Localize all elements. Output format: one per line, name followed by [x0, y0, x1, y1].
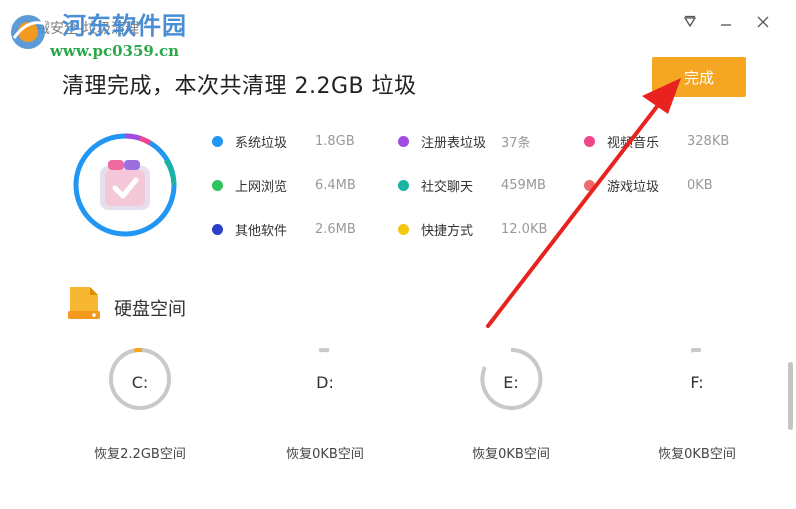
- scrollbar[interactable]: [788, 362, 793, 430]
- category-dot: [398, 135, 409, 147]
- disk-section-title: 硬盘空间: [114, 299, 186, 320]
- category-dot: [212, 135, 223, 147]
- category-dot: [584, 179, 595, 191]
- drive-recovered: 恢复0KB空间: [658, 447, 736, 462]
- category-item: 上网浏览 6.4MB: [212, 175, 356, 195]
- drive-letter: F:: [690, 373, 704, 392]
- drive-card: C: 恢复2.2GB空间: [60, 345, 220, 475]
- drive-letter: D:: [316, 373, 334, 392]
- page-title: 清理完成，本次共清理 2.2GB 垃圾: [62, 74, 417, 99]
- category-item: 社交聊天 459MB: [398, 175, 546, 195]
- category-item: 视频音乐 328KB: [584, 131, 729, 151]
- category-item: 快捷方式 12.0KB: [398, 219, 547, 239]
- minimize-icon[interactable]: [716, 14, 736, 34]
- watermark-url-text: www.pc0359.cn: [50, 42, 180, 60]
- hard-disk-icon: [68, 287, 100, 319]
- clean-check-icon: [100, 160, 150, 210]
- drive-card: F: 恢复0KB空间: [617, 345, 777, 475]
- category-dot: [212, 223, 223, 235]
- category-dot: [584, 135, 595, 147]
- done-button[interactable]: 完成: [652, 57, 746, 97]
- category-dot: [398, 223, 409, 235]
- drive-recovered: 恢复0KB空间: [472, 447, 550, 462]
- drive-recovered: 恢复0KB空间: [286, 447, 364, 462]
- dropdown-triangle-icon[interactable]: [680, 14, 700, 34]
- category-item: 其他软件 2.6MB: [212, 219, 356, 239]
- drive-recovered: 恢复2.2GB空间: [94, 447, 186, 462]
- category-item: 系统垃圾 1.8GB: [212, 131, 355, 151]
- category-dot: [398, 179, 409, 191]
- category-item: 注册表垃圾 37条: [398, 131, 531, 151]
- drive-card: D: 恢复0KB空间: [245, 345, 405, 475]
- drive-letter: E:: [503, 373, 519, 392]
- drive-letter: C:: [131, 373, 149, 392]
- drive-card: E: 恢复0KB空间: [431, 345, 591, 475]
- category-item: 游戏垃圾 0KB: [584, 175, 713, 195]
- watermark-site-text: 河东软件园: [62, 11, 187, 40]
- close-icon[interactable]: [753, 14, 773, 34]
- cleanup-ring: [70, 130, 180, 240]
- title-bar: 火绒安全-垃圾清理 河东软件园 www.pc0359.cn: [0, 0, 796, 60]
- category-dot: [212, 179, 223, 191]
